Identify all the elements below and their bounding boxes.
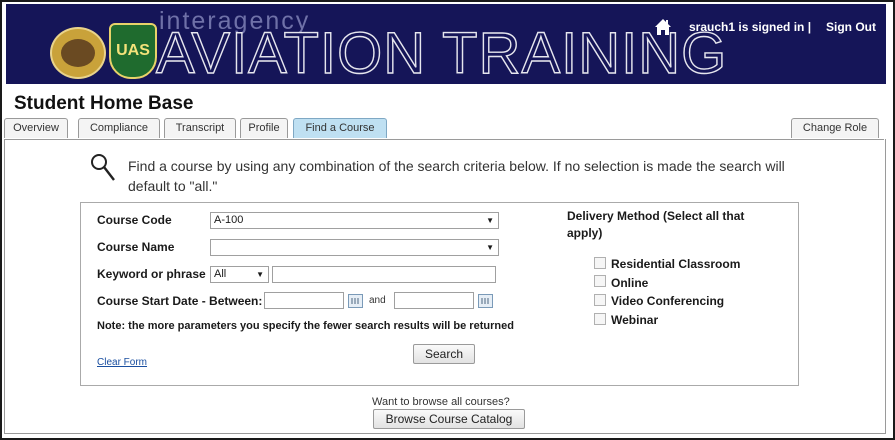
tab-overview[interactable]: Overview [4, 118, 68, 138]
dropdown-arrow-icon: ▼ [486, 243, 494, 252]
forest-service-shield-logo: UAS [109, 23, 157, 79]
video-conferencing-label: Video Conferencing [611, 294, 725, 308]
date-from-input[interactable] [264, 292, 344, 309]
residential-classroom-label: Residential Classroom [611, 257, 741, 271]
change-role-tab[interactable]: Change Role [791, 118, 879, 138]
browse-question: Want to browse all courses? [372, 396, 510, 408]
course-name-label: Course Name [97, 240, 175, 254]
calendar-icon[interactable] [478, 294, 493, 308]
checkbox-residential-classroom[interactable] [594, 257, 606, 269]
tab-bar: Overview Compliance Transcript Profile F… [4, 117, 884, 140]
tab-profile[interactable]: Profile [240, 118, 288, 138]
tab-compliance[interactable]: Compliance [78, 118, 160, 138]
keyword-label: Keyword or phrase [97, 267, 206, 281]
page-title: Student Home Base [14, 93, 194, 114]
tab-find-a-course[interactable]: Find a Course [293, 118, 387, 138]
date-to-input[interactable] [394, 292, 474, 309]
home-icon[interactable] [654, 18, 672, 36]
course-code-value: A-100 [214, 214, 244, 226]
keyword-mode-value: All [214, 268, 227, 280]
keyword-mode-select[interactable]: All ▼ [210, 266, 269, 283]
online-label: Online [611, 276, 649, 290]
checkbox-online[interactable] [594, 275, 606, 287]
doi-seal-logo [50, 27, 106, 79]
delivery-method-label: Delivery Method (Select all that apply) [567, 209, 745, 240]
brand-title: AVIATION TRAINING [155, 20, 728, 84]
search-instructions: Find a course by using any combination o… [128, 158, 785, 194]
tab-transcript[interactable]: Transcript [164, 118, 236, 138]
clear-form-link[interactable]: Clear Form [97, 357, 147, 368]
sign-out-link[interactable]: Sign Out [826, 20, 876, 34]
checkbox-webinar[interactable] [594, 313, 606, 325]
search-button[interactable]: Search [413, 344, 475, 364]
and-text: and [369, 295, 386, 306]
search-note: Note: the more parameters you specify th… [97, 320, 514, 332]
dropdown-arrow-icon: ▼ [256, 270, 264, 279]
dropdown-arrow-icon: ▼ [486, 216, 494, 225]
checkbox-video-conferencing[interactable] [594, 294, 606, 306]
magnifier-icon [91, 154, 115, 181]
course-name-select[interactable]: ▼ [210, 239, 499, 256]
signed-in-text: srauch1 is signed in | [689, 20, 812, 34]
header-banner: UAS interagency AVIATION TRAINING srauch… [6, 4, 886, 84]
start-date-label: Course Start Date - Between: [97, 294, 263, 308]
course-code-select[interactable]: A-100 ▼ [210, 212, 499, 229]
calendar-icon[interactable] [348, 294, 363, 308]
keyword-input[interactable] [272, 266, 496, 283]
browse-course-catalog-button[interactable]: Browse Course Catalog [373, 409, 525, 429]
webinar-label: Webinar [611, 313, 659, 327]
course-code-label: Course Code [97, 213, 172, 227]
